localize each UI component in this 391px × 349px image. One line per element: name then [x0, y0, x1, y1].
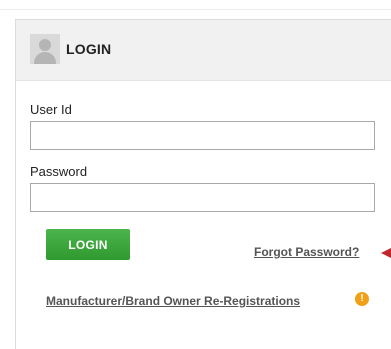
top-divider [0, 0, 391, 10]
login-button[interactable]: LOGIN [46, 229, 130, 260]
user-id-label: User Id [30, 102, 72, 117]
arrow-pointer-icon [381, 248, 391, 258]
user-avatar-icon [30, 34, 60, 64]
info-icon[interactable]: ! [355, 292, 369, 306]
avatar-head-shape [39, 39, 51, 51]
password-label: Password [30, 164, 88, 179]
forgot-password-link[interactable]: Forgot Password? [254, 245, 359, 259]
panel-title: LOGIN [66, 41, 112, 57]
login-panel-header: LOGIN [16, 20, 391, 81]
password-input[interactable] [30, 183, 375, 212]
avatar-body-shape [34, 52, 56, 64]
user-id-input[interactable] [30, 121, 375, 150]
reregistration-link[interactable]: Manufacturer/Brand Owner Re-Registration… [46, 294, 300, 308]
